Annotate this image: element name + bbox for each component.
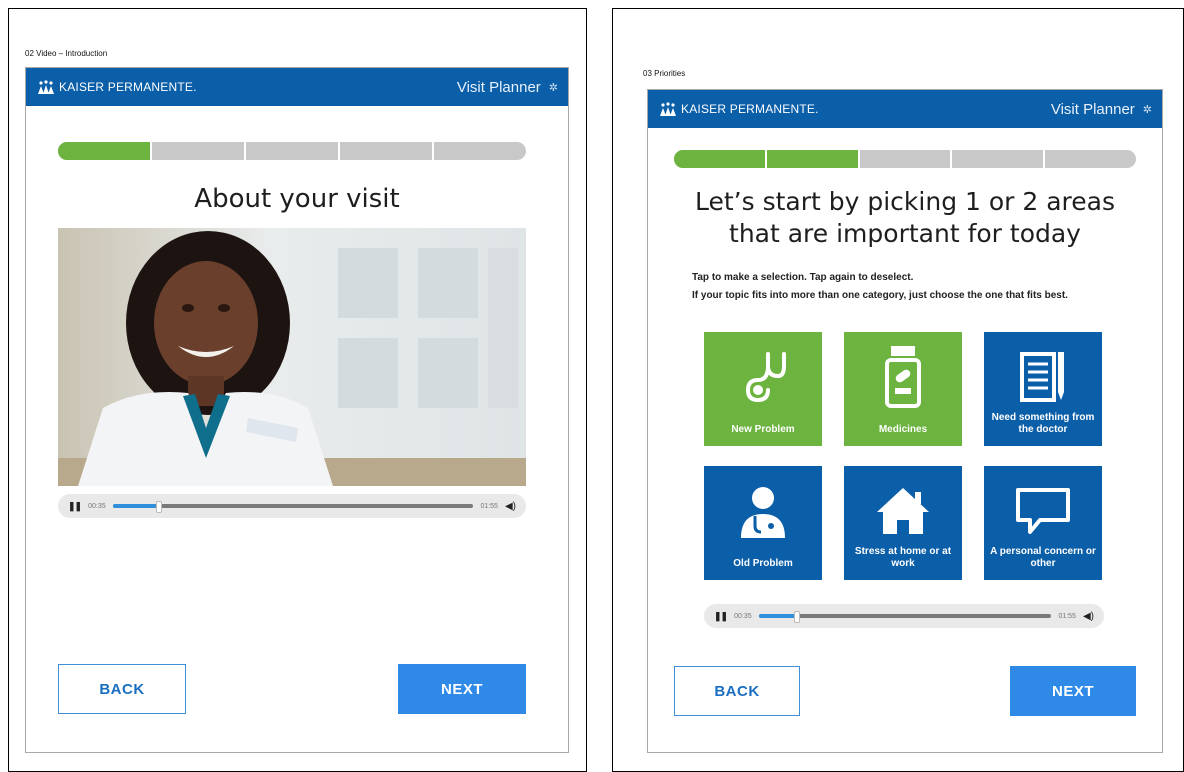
next-button[interactable]: NEXT — [398, 664, 526, 714]
brand: KAISER PERMANENTE. — [660, 90, 819, 128]
seek-bar[interactable] — [758, 611, 1052, 623]
app-title-text: Visit Planner — [1050, 100, 1135, 118]
volume-icon[interactable]: ◀) — [1083, 611, 1094, 622]
seek-progress — [112, 504, 156, 508]
tile-medicines[interactable]: Medicines — [844, 332, 962, 446]
gear-icon[interactable]: ✲ — [549, 81, 558, 94]
gear-icon[interactable]: ✲ — [1143, 103, 1152, 116]
tile-need-something[interactable]: Need something from the doctor — [984, 332, 1102, 446]
app-screen-priorities: KAISER PERMANENTE. Visit Planner ✲ Let’s… — [647, 89, 1163, 753]
seek-progress — [758, 614, 794, 618]
screen-label: 03 Priorities — [643, 69, 686, 78]
progress-step — [1045, 150, 1136, 168]
tile-old-problem[interactable]: Old Problem — [704, 466, 822, 580]
pause-icon[interactable]: ❚❚ — [714, 611, 728, 622]
tile-stress[interactable]: Stress at home or at work — [844, 466, 962, 580]
tile-label: Need something from the doctor — [991, 412, 1095, 435]
kaiser-logo-icon — [660, 102, 676, 116]
seek-handle[interactable] — [155, 501, 162, 513]
tile-new-problem[interactable]: New Problem — [704, 332, 822, 446]
page-title: Let’s start by picking 1 or 2 areas that… — [648, 186, 1162, 250]
stethoscope-icon — [704, 344, 822, 410]
current-time: 00:35 — [734, 612, 752, 620]
seek-handle[interactable] — [793, 611, 800, 623]
progress-step — [340, 142, 434, 160]
doctor-video-frame — [58, 228, 526, 486]
page-title-line-2: that are important for today — [729, 219, 1081, 248]
next-button[interactable]: NEXT — [1010, 666, 1136, 716]
app-title: Visit Planner ✲ — [1051, 90, 1152, 128]
media-player: ❚❚ 00:35 01:55 ◀) — [58, 494, 526, 518]
instruction-category: If your topic fits into more than one ca… — [692, 290, 1068, 301]
media-player: ❚❚ 00:35 01:55 ◀) — [704, 604, 1104, 628]
tile-label: Stress at home or at work — [854, 546, 952, 569]
house-icon — [844, 478, 962, 544]
brand-name: KAISER PERMANENTE. — [681, 102, 819, 116]
tile-label: New Problem — [731, 424, 795, 435]
app-title-text: Visit Planner — [456, 78, 541, 96]
progress-step — [152, 142, 246, 160]
tile-label: Medicines — [878, 424, 928, 435]
tile-label: Old Problem — [733, 558, 793, 569]
progress-bar — [674, 150, 1136, 168]
progress-step — [246, 142, 340, 160]
brand: KAISER PERMANENTE. — [38, 68, 197, 106]
speech-bubble-icon — [984, 478, 1102, 544]
app-title: Visit Planner ✲ — [457, 68, 558, 106]
progress-step — [58, 142, 152, 160]
progress-step — [766, 150, 860, 168]
app-header: KAISER PERMANENTE. Visit Planner ✲ — [648, 90, 1162, 128]
instruction-select: Tap to make a selection. Tap again to de… — [692, 272, 914, 283]
brand-name: KAISER PERMANENTE. — [59, 80, 197, 94]
progress-step — [860, 150, 953, 168]
back-button[interactable]: BACK — [674, 666, 800, 716]
kaiser-logo-icon — [38, 80, 54, 94]
page-title: About your visit — [194, 184, 400, 214]
progress-bar — [58, 142, 526, 160]
pause-icon[interactable]: ❚❚ — [68, 501, 82, 512]
progress-step — [674, 150, 767, 168]
intro-video[interactable] — [58, 228, 526, 486]
seek-bar[interactable] — [112, 501, 474, 513]
page-title-line-1: Let’s start by picking 1 or 2 areas — [694, 187, 1116, 216]
progress-step — [434, 142, 526, 160]
app-header: KAISER PERMANENTE. Visit Planner ✲ — [26, 68, 568, 106]
storyboard-sheet-video: 02 Video – Introduction KAISER PERMANENT… — [8, 8, 587, 772]
current-time: 00:35 — [88, 502, 106, 510]
app-screen-video: KAISER PERMANENTE. Visit Planner ✲ About… — [25, 67, 569, 753]
storyboard-sheet-priorities: 03 Priorities KAISER PERMANENTE. Visit P… — [612, 8, 1184, 772]
back-button[interactable]: BACK — [58, 664, 186, 714]
tile-personal-concern[interactable]: A personal concern or other — [984, 466, 1102, 580]
pill-bottle-icon — [844, 344, 962, 410]
doctor-icon — [704, 478, 822, 544]
duration: 01:55 — [480, 502, 498, 510]
volume-icon[interactable]: ◀) — [505, 501, 516, 512]
notepad-icon — [984, 344, 1102, 410]
progress-step — [952, 150, 1046, 168]
screen-label: 02 Video – Introduction — [25, 49, 108, 58]
duration: 01:55 — [1058, 612, 1076, 620]
tile-label: A personal concern or other — [990, 546, 1096, 569]
